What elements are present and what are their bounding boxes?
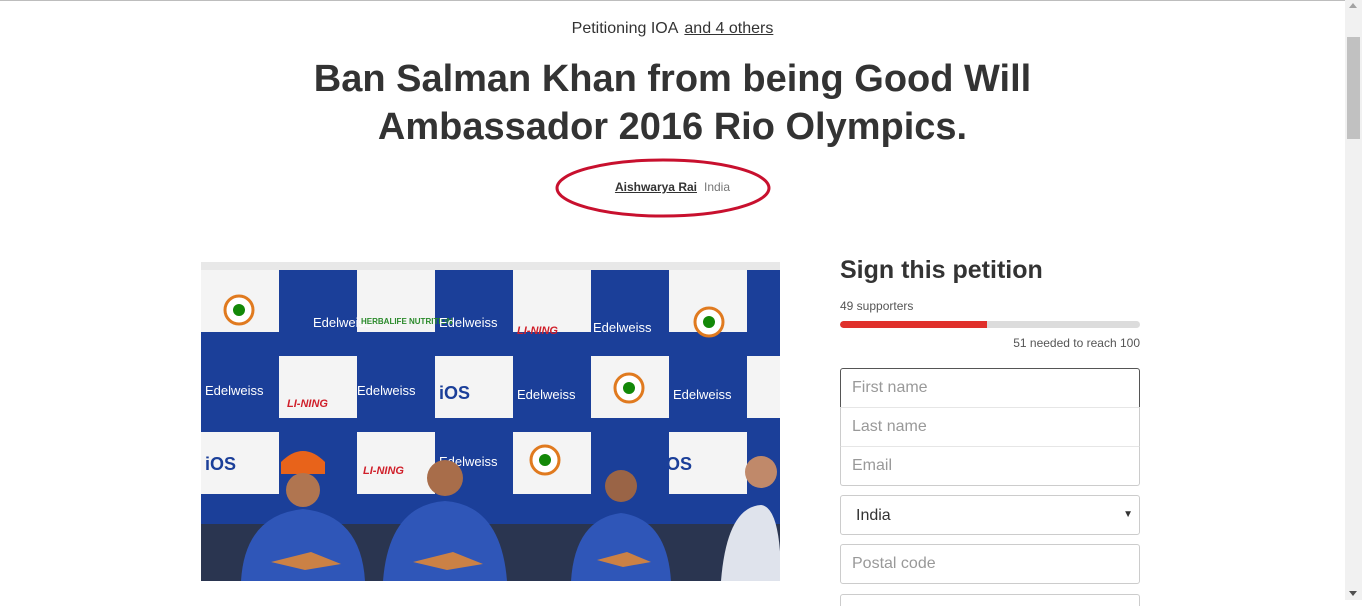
email-field[interactable] bbox=[840, 446, 1140, 486]
supporter-progress-bar bbox=[840, 321, 1140, 328]
scrollbar-thumb[interactable] bbox=[1347, 37, 1360, 139]
edelweiss-logo: Edelweiss bbox=[439, 315, 498, 330]
scroll-up-arrow-icon[interactable] bbox=[1349, 3, 1357, 8]
ios-logo: iOS bbox=[205, 454, 236, 474]
petition-photo: Edelweiss HERBALIFE NUTRITION Edelweiss … bbox=[201, 262, 780, 581]
lining-logo: LI-NING bbox=[363, 465, 404, 477]
press-conference-photo: Edelweiss HERBALIFE NUTRITION Edelweiss … bbox=[201, 262, 780, 581]
scroll-down-arrow-icon[interactable] bbox=[1349, 591, 1357, 596]
next-form-field[interactable] bbox=[840, 594, 1140, 606]
last-name-field[interactable] bbox=[840, 407, 1140, 447]
others-link[interactable]: and 4 others bbox=[684, 20, 773, 37]
lining-logo: LI-NING bbox=[287, 398, 328, 410]
supporters-count: 49 supporters bbox=[840, 299, 914, 313]
edelweiss-logo: Edelweiss bbox=[517, 387, 576, 402]
edelweiss-logo: Edelweiss bbox=[357, 383, 416, 398]
highlight-ellipse bbox=[555, 158, 771, 218]
country-select[interactable]: India ▼ bbox=[840, 495, 1140, 535]
edelweiss-logo: Edelweiss bbox=[673, 387, 732, 402]
needed-count: 51 needed to reach 100 bbox=[1013, 336, 1140, 350]
edelweiss-logo: Edelweiss bbox=[205, 383, 264, 398]
postal-code-field[interactable] bbox=[840, 544, 1140, 584]
lining-logo: LI-NING bbox=[517, 325, 558, 337]
petition-targets: Petitioning IOA and 4 others bbox=[0, 20, 1345, 38]
supporter-progress-fill bbox=[840, 321, 987, 328]
top-border bbox=[0, 0, 1345, 1]
first-name-field[interactable] bbox=[840, 368, 1140, 408]
ios-logo: iOS bbox=[661, 454, 692, 474]
country-value: India bbox=[856, 507, 891, 524]
page-title: Ban Salman Khan from being Good Will Amb… bbox=[313, 58, 1032, 148]
edelweiss-logo: Edelweiss bbox=[593, 320, 652, 335]
sign-petition-heading: Sign this petition bbox=[840, 256, 1043, 284]
vertical-scrollbar[interactable] bbox=[1345, 0, 1362, 600]
petitioning-label: Petitioning IOA bbox=[571, 20, 679, 37]
ios-logo: iOS bbox=[439, 383, 470, 403]
dropdown-arrow-icon: ▼ bbox=[1123, 509, 1133, 520]
